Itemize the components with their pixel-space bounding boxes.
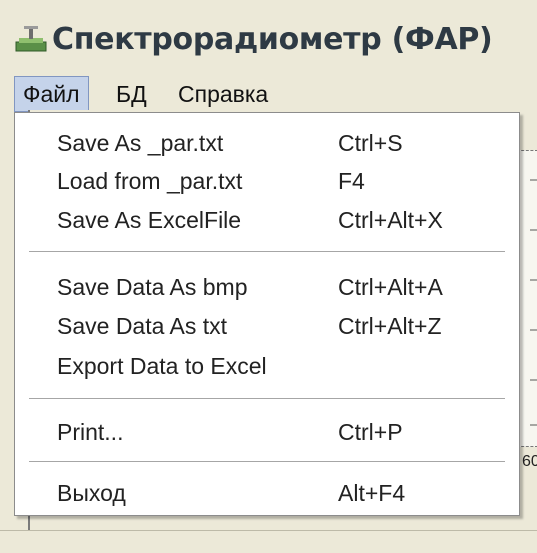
menu-db[interactable]: БД xyxy=(108,76,155,112)
menu-separator xyxy=(29,398,505,400)
menu-item-save-par[interactable]: Save As _par.txt Ctrl+S xyxy=(15,125,519,161)
menu-item-label: Print... xyxy=(57,419,124,445)
menu-item-save-bmp[interactable]: Save Data As bmp Ctrl+Alt+A xyxy=(15,269,519,305)
menu-item-label: Save As ExcelFile xyxy=(57,207,242,233)
menu-item-exit[interactable]: Выход Alt+F4 xyxy=(15,475,519,511)
chart-axis-label: 60 xyxy=(522,453,537,470)
menu-item-print[interactable]: Print... Ctrl+P xyxy=(15,414,519,450)
menu-separator xyxy=(29,461,505,463)
menu-item-load-par[interactable]: Load from _par.txt F4 xyxy=(15,163,519,199)
menu-item-label: Load from _par.txt xyxy=(57,168,243,194)
menu-item-shortcut: Ctrl+Alt+Z xyxy=(338,313,442,339)
menu-item-shortcut: Ctrl+S xyxy=(338,130,403,156)
menu-item-save-excel[interactable]: Save As ExcelFile Ctrl+Alt+X xyxy=(15,202,519,238)
menu-item-label: Save Data As txt xyxy=(57,313,228,339)
menu-item-save-txt[interactable]: Save Data As txt Ctrl+Alt+Z xyxy=(15,308,519,344)
menu-bar: Файл БД Справка xyxy=(0,76,537,112)
menu-item-shortcut: Ctrl+Alt+X xyxy=(338,207,443,233)
status-area xyxy=(0,530,537,553)
chart-ticks xyxy=(530,179,537,426)
menu-item-label: Выход xyxy=(57,480,126,506)
menu-separator xyxy=(29,251,505,253)
instrument-icon xyxy=(15,26,47,52)
menu-item-shortcut: F4 xyxy=(338,168,365,194)
menu-item-label: Save Data As bmp xyxy=(57,274,248,300)
menu-item-label: Export Data to Excel xyxy=(57,353,267,379)
window-title: Спектрорадиометр (ФАР) xyxy=(52,22,493,57)
file-menu-dropdown: Save As _par.txt Ctrl+S Load from _par.t… xyxy=(14,112,520,516)
menu-item-shortcut: Alt+F4 xyxy=(338,480,406,506)
menu-item-shortcut: Ctrl+Alt+A xyxy=(338,274,443,300)
window-title-bar: Спектрорадиометр (ФАР) xyxy=(0,0,537,72)
menu-item-shortcut: Ctrl+P xyxy=(338,419,403,445)
menu-item-label: Save As _par.txt xyxy=(57,130,224,156)
menu-file[interactable]: Файл xyxy=(14,76,89,112)
menu-help[interactable]: Справка xyxy=(170,76,276,112)
menu-item-export-excel[interactable]: Export Data to Excel xyxy=(15,348,519,384)
